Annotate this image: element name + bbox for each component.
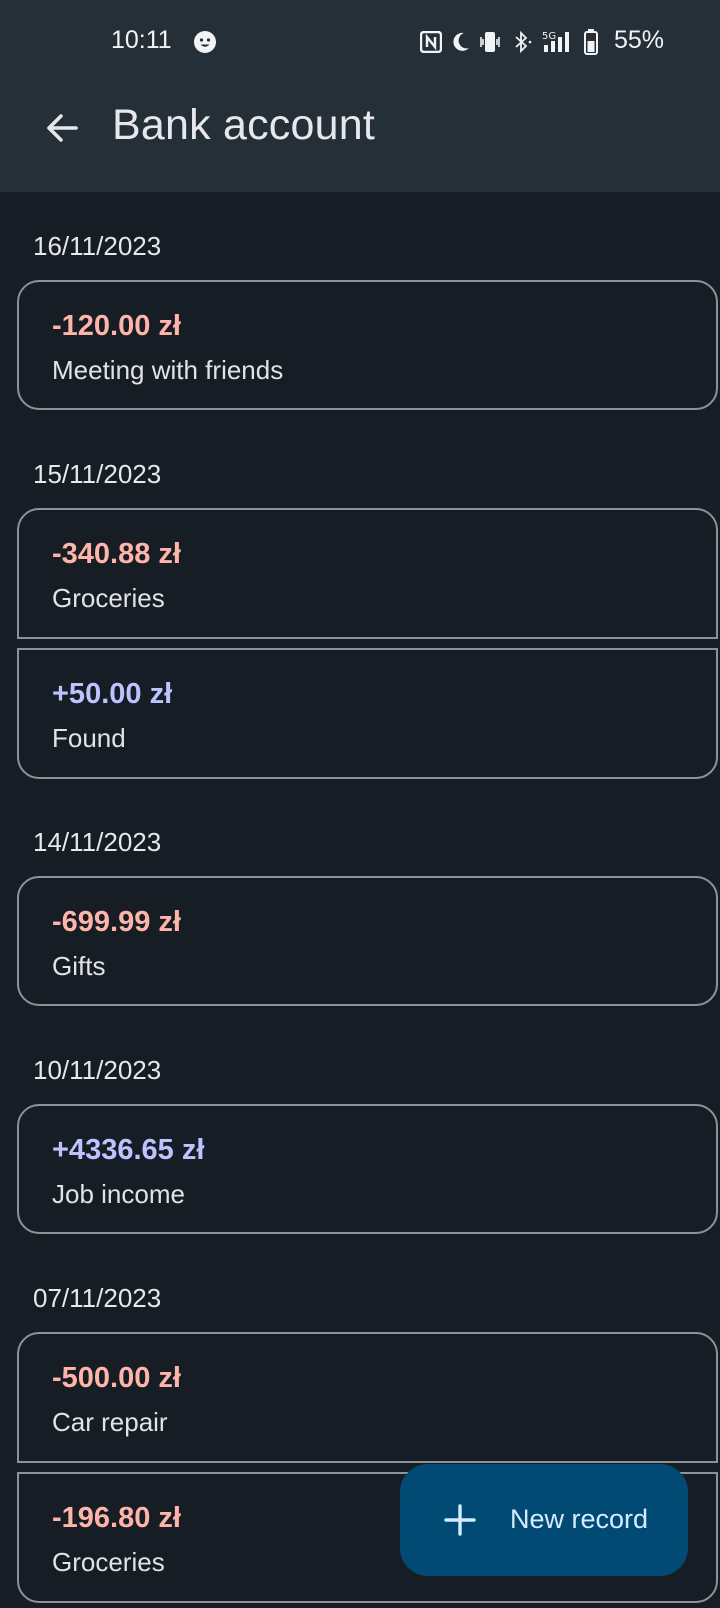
back-button[interactable] xyxy=(34,100,90,156)
record-description: Gifts xyxy=(52,951,106,981)
battery-icon xyxy=(584,29,598,55)
5g-signal-icon: 5G xyxy=(542,31,569,52)
record-amount: -340.88 zł xyxy=(52,538,181,570)
face-icon xyxy=(194,31,216,53)
page-title: Bank account xyxy=(112,101,375,149)
record-description: Meeting with friends xyxy=(52,355,284,385)
svg-text:5G: 5G xyxy=(542,31,556,42)
moon-icon xyxy=(453,32,469,51)
nfc-icon xyxy=(420,31,442,53)
date-header: 14/11/2023 xyxy=(33,827,162,857)
status-icons: 5G xyxy=(420,27,598,57)
record-card[interactable]: +4336.65 zł Job income xyxy=(17,1104,718,1234)
vibrate-icon xyxy=(480,32,500,52)
date-header: 07/11/2023 xyxy=(33,1283,162,1313)
record-card[interactable]: +50.00 zł Found xyxy=(17,648,718,779)
record-card[interactable]: -120.00 zł Meeting with friends xyxy=(17,280,718,410)
record-description: Groceries xyxy=(52,1547,165,1577)
record-description: Groceries xyxy=(52,583,165,613)
record-amount: -120.00 zł xyxy=(52,310,181,342)
date-header: 16/11/2023 xyxy=(33,231,162,261)
record-amount: +4336.65 zł xyxy=(52,1134,205,1166)
record-description: Job income xyxy=(52,1179,185,1209)
record-description: Found xyxy=(52,723,126,753)
record-amount: +50.00 zł xyxy=(52,678,173,710)
battery-percentage: 55% xyxy=(614,26,665,54)
date-header: 15/11/2023 xyxy=(33,459,162,489)
bluetooth-icon xyxy=(515,30,532,54)
top-app-bar: 10:11 5G 55% Bank account xyxy=(0,0,720,192)
record-card[interactable]: -340.88 zł Groceries xyxy=(17,508,718,639)
record-amount: -500.00 zł xyxy=(52,1362,181,1394)
plus-icon xyxy=(444,1504,476,1536)
record-description: Car repair xyxy=(52,1407,168,1437)
record-card[interactable]: -500.00 zł Car repair xyxy=(17,1332,718,1463)
record-card[interactable]: -699.99 zł Gifts xyxy=(17,876,718,1006)
status-time: 10:11 xyxy=(111,26,172,54)
date-header: 10/11/2023 xyxy=(33,1055,162,1085)
arrow-back-icon xyxy=(47,114,78,142)
new-record-label: New record xyxy=(510,1504,649,1534)
record-amount: -196.80 zł xyxy=(52,1502,181,1534)
record-amount: -699.99 zł xyxy=(52,906,181,938)
new-record-button[interactable]: New record xyxy=(400,1464,688,1576)
